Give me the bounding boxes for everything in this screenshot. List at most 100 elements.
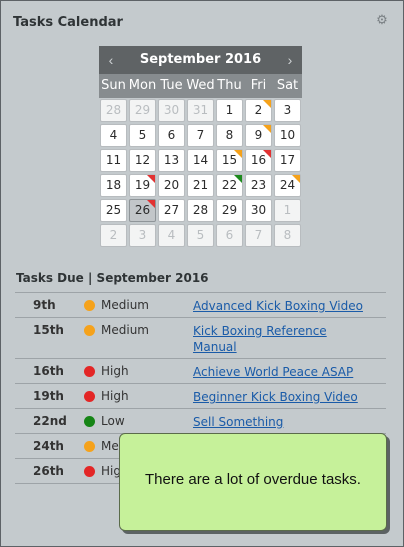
priority-dot-icon [84,416,95,427]
calendar-day[interactable]: 27 [158,199,185,222]
calendar-day[interactable]: 6 [216,224,243,247]
task-link[interactable]: Sell Something [193,414,373,430]
calendar-day[interactable]: 3 [129,224,156,247]
task-flag-icon [234,175,242,183]
calendar-day-number: 31 [192,103,209,117]
calendar-day-number: 2 [254,103,263,117]
calendar-day-number: 6 [225,228,234,242]
task-row: 15th Medium Kick Boxing Reference Manual [15,317,386,358]
calendar-week: 25 26 27 28 29 30 1 [99,199,302,224]
calendar-day[interactable]: 8 [274,224,301,247]
calendar-week: 18 19 20 21 22 23 24 [99,174,302,199]
task-link[interactable]: Beginner Kick Boxing Video [193,389,373,405]
calendar-day[interactable]: 25 [100,199,127,222]
task-priority: Medium [101,298,149,312]
calendar-day[interactable]: 5 [187,224,214,247]
calendar-day[interactable]: 20 [158,174,185,197]
calendar-day[interactable]: 9 [245,124,272,147]
calendar-day[interactable]: 14 [187,149,214,172]
calendar-day[interactable]: 1 [216,99,243,122]
calendar-day[interactable]: 28 [100,99,127,122]
tooltip-text: There are a lot of overdue tasks. [145,471,361,488]
calendar-day-number: 11 [105,153,122,167]
calendar-day[interactable]: 21 [187,174,214,197]
task-flag-icon [147,200,155,208]
panel-title: Tasks Calendar [13,15,123,30]
priority-dot-icon [84,441,95,452]
calendar-day[interactable]: 31 [187,99,214,122]
task-row: 9th Medium Advanced Kick Boxing Video [15,292,386,317]
calendar-day-number: 5 [196,228,205,242]
calendar-day[interactable]: 4 [100,124,127,147]
calendar: ‹ September 2016 › Sun Mon Tue Wed Thu Fri Sat… [99,46,302,249]
task-row: 22nd Low Sell Something [15,408,386,433]
task-priority: High [101,364,129,378]
task-flag-icon [147,175,155,183]
calendar-day-number: 5 [138,128,147,142]
calendar-day[interactable]: 16 [245,149,272,172]
calendar-day-number: 2 [109,228,118,242]
calendar-day[interactable]: 7 [187,124,214,147]
calendar-day[interactable]: 4 [158,224,185,247]
calendar-day[interactable]: 30 [158,99,185,122]
calendar-day-number: 6 [167,128,176,142]
calendar-grid: 28 29 30 31 1 2 3 4 5 6 7 8 9 10 11 12 13 14 15 16 17 18 19 20 2… [99,98,302,249]
calendar-day-number: 20 [163,178,180,192]
calendar-day[interactable]: 17 [274,149,301,172]
task-flag-icon [263,150,271,158]
priority-dot-icon [84,300,95,311]
task-flag-icon [263,125,271,133]
calendar-day-number: 30 [163,103,180,117]
tasks-calendar-panel: Tasks Calendar ⚙ ‹ September 2016 › Sun M… [0,0,404,547]
calendar-day[interactable]: 5 [129,124,156,147]
calendar-day[interactable]: 10 [274,124,301,147]
task-date: 24th [33,439,64,453]
weekday-label: Tue [160,78,183,93]
gear-icon[interactable]: ⚙ [375,13,389,27]
calendar-day[interactable]: 6 [158,124,185,147]
calendar-day-number: 4 [167,228,176,242]
calendar-day[interactable]: 2 [100,224,127,247]
calendar-day-number: 12 [134,153,151,167]
calendar-day-number: 14 [192,153,209,167]
calendar-header: ‹ September 2016 › [99,46,302,74]
tasks-due-heading: Tasks Due | September 2016 [16,271,209,285]
calendar-day[interactable]: 12 [129,149,156,172]
calendar-day-number: 28 [105,103,122,117]
calendar-day-number: 29 [134,103,151,117]
calendar-day-number: 28 [192,203,209,217]
weekday-label: Sun [101,78,126,93]
calendar-day[interactable]: 23 [245,174,272,197]
calendar-day[interactable]: 1 [274,199,301,222]
calendar-day[interactable]: 8 [216,124,243,147]
calendar-day[interactable]: 19 [129,174,156,197]
calendar-day[interactable]: 29 [129,99,156,122]
calendar-day[interactable]: 29 [216,199,243,222]
calendar-day[interactable]: 11 [100,149,127,172]
calendar-day[interactable]: 18 [100,174,127,197]
calendar-day[interactable]: 28 [187,199,214,222]
task-row: 16th High Achieve World Peace ASAP [15,358,386,383]
task-link[interactable]: Advanced Kick Boxing Video [193,298,373,314]
calendar-week: 11 12 13 14 15 16 17 [99,149,302,174]
task-link[interactable]: Achieve World Peace ASAP [193,364,373,380]
calendar-day[interactable]: 30 [245,199,272,222]
priority-dot-icon [84,366,95,377]
calendar-day[interactable]: 3 [274,99,301,122]
calendar-day[interactable]: 15 [216,149,243,172]
overdue-tooltip: There are a lot of overdue tasks. [119,433,387,531]
calendar-day-number: 21 [192,178,209,192]
calendar-day-number: 1 [225,103,234,117]
calendar-day[interactable]: 22 [216,174,243,197]
calendar-day[interactable]: 24 [274,174,301,197]
priority-dot-icon [84,391,95,402]
next-month-button[interactable]: › [278,46,302,74]
calendar-day[interactable]: 7 [245,224,272,247]
task-link[interactable]: Kick Boxing Reference Manual [193,323,373,355]
calendar-day-number: 8 [283,228,292,242]
calendar-day[interactable]: 2 [245,99,272,122]
calendar-day-number: 17 [279,153,296,167]
calendar-day[interactable]: 13 [158,149,185,172]
calendar-day[interactable]: 26 [129,199,156,222]
weekday-label: Thu [217,78,242,93]
